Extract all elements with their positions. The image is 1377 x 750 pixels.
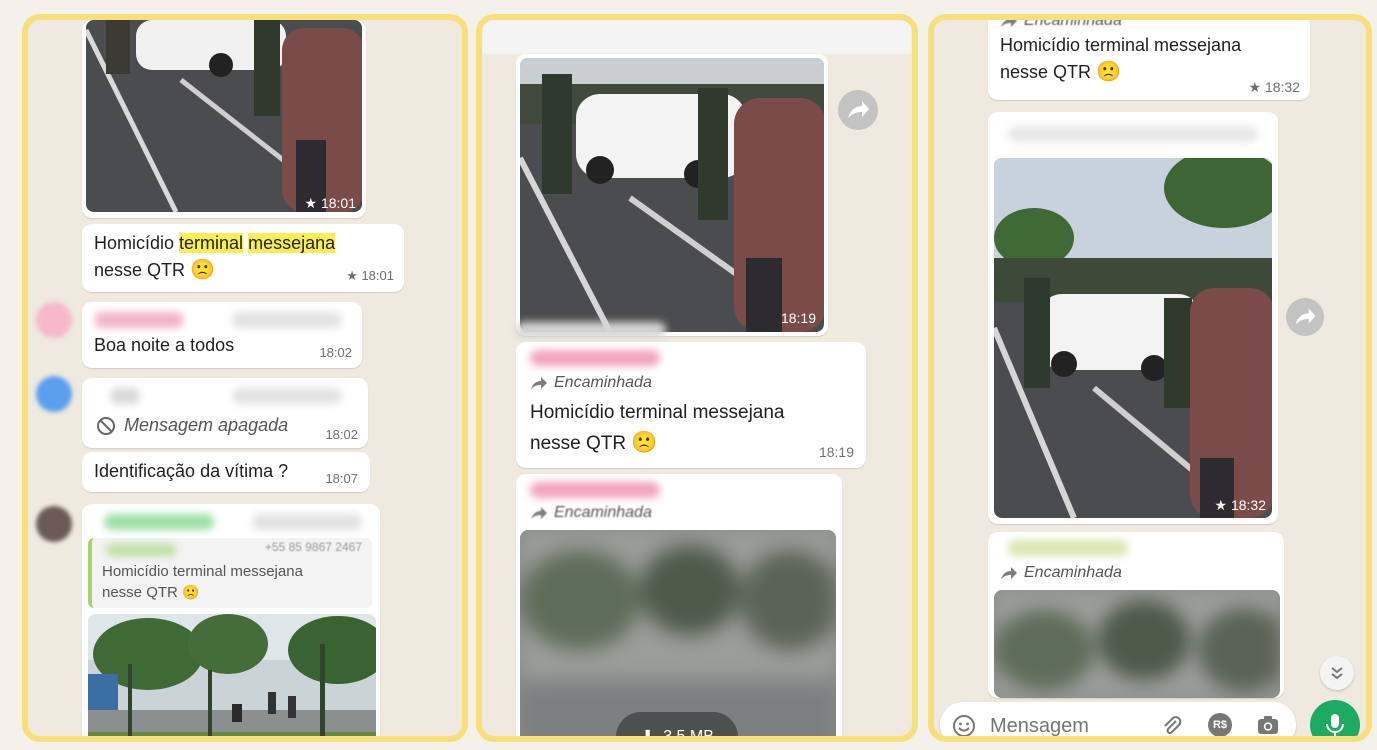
forwarded-label: Encaminhada <box>530 504 652 522</box>
camera-icon[interactable] <box>1256 714 1280 736</box>
text-line: nesse QTR <box>530 433 627 454</box>
message-time: ★ 18:01 <box>304 195 356 211</box>
message-composer[interactable]: R$ <box>940 702 1296 736</box>
photo-message-bubble[interactable]: ★ 18:32 <box>988 112 1278 524</box>
photo-message-bubble[interactable]: 18:19 <box>516 54 828 336</box>
sender-avatar[interactable] <box>36 302 72 338</box>
forward-arrow-icon <box>531 377 547 389</box>
message-time: 18:02 <box>325 427 358 442</box>
chat-panel-1: ★ 18:01 Homicídio terminal messejana nes… <box>22 14 468 742</box>
forwarded-text: Encaminhada <box>1024 564 1122 581</box>
sender-avatar[interactable] <box>36 506 72 542</box>
voice-record-button[interactable] <box>1310 700 1360 736</box>
chat-panel-2: 18:19 Encaminhada Homicídio terminal mes… <box>476 14 918 742</box>
message-bubble-boa-noite[interactable]: Boa noite a todos 18:02 <box>82 302 362 368</box>
message-input[interactable] <box>988 710 1142 736</box>
blurred-quoted-name <box>106 544 176 556</box>
scroll-down-button[interactable] <box>1320 656 1354 690</box>
forwarded-text: Encaminhada <box>554 504 652 521</box>
crime-scene-photo[interactable] <box>86 20 362 212</box>
message-text: Homicídio terminal messejana nesse QTR 🙁 <box>530 398 785 459</box>
text-line: nesse QTR <box>1000 62 1092 82</box>
message-bubble-deleted[interactable]: Mensagem apagada 18:02 <box>82 378 368 448</box>
text-line: Homicídio terminal messejana <box>530 402 785 423</box>
message-time: 18:19 <box>818 444 854 460</box>
chat-panel-3: Encaminhada Homicídio terminal messejana… <box>928 14 1372 742</box>
sender-avatar[interactable] <box>36 376 72 412</box>
message-bubble-forwarded-video[interactable]: Encaminhada ⬇ 3,5 MB <box>516 474 842 742</box>
sad-face-emoji: 🙁 <box>1096 61 1121 83</box>
blurred-sender-name <box>94 312 184 328</box>
message-text: Identificação da vítima ? <box>94 461 289 481</box>
search-highlight: messejana <box>248 233 336 253</box>
payment-label: R$ <box>1212 719 1228 731</box>
quoted-text-line: Homicídio terminal messejana <box>102 563 303 580</box>
deleted-message-text: Mensagem apagada <box>124 415 289 435</box>
forward-arrow-icon <box>1001 20 1017 27</box>
attach-paperclip-icon[interactable] <box>1160 714 1184 736</box>
blurred-sender-name <box>530 482 660 498</box>
share-arrow-icon <box>1295 308 1316 325</box>
message-bubble-forwarded[interactable]: Encaminhada Homicídio terminal messejana… <box>516 342 866 468</box>
message-time: ★ 18:32 <box>1248 79 1300 95</box>
blurred-sender-name <box>1008 540 1128 556</box>
message-time: 18:07 <box>325 471 358 486</box>
forwarded-label: Encaminhada <box>530 374 652 392</box>
double-chevron-down-icon <box>1331 667 1343 680</box>
forwarded-label: Encaminhada <box>1000 14 1122 30</box>
message-text: Homicídio terminal messejana nesse QTR 🙁 <box>1000 32 1241 86</box>
crime-scene-photo[interactable] <box>520 58 824 332</box>
blurred-sender-name <box>104 514 214 530</box>
blurred-sender-name <box>1008 126 1258 142</box>
deleted-icon <box>96 416 116 436</box>
search-highlight: terminal <box>179 233 244 253</box>
forwarded-text: Encaminhada <box>1024 14 1122 29</box>
message-time: 18:02 <box>319 345 352 360</box>
crime-scene-photo[interactable] <box>994 158 1272 518</box>
quoted-text: Homicídio terminal messejana nesse QTR 🙁 <box>102 562 303 603</box>
file-size: 3,5 MB <box>663 728 714 742</box>
sad-face-emoji: 🙁 <box>190 259 215 281</box>
blurred-video-thumbnail[interactable] <box>994 590 1280 698</box>
blurred-sender-number <box>252 514 362 530</box>
share-arrow-icon <box>848 101 869 118</box>
message-time: ★ 18:01 <box>346 268 394 283</box>
blurred-sender-number <box>232 388 342 404</box>
message-bubble-homicidio[interactable]: Homicídio terminal messejana nesse QTR 🙁… <box>82 224 404 292</box>
quoted-text-line: nesse QTR <box>102 584 178 601</box>
text-part: Homicídio <box>94 233 180 253</box>
street-photo[interactable] <box>88 614 376 736</box>
blurred-video-thumbnail[interactable]: ⬇ 3,5 MB <box>520 530 836 742</box>
forward-arrow-icon <box>531 507 547 519</box>
blurred-sender-number <box>232 312 342 328</box>
blurred-sender-name <box>110 388 140 404</box>
message-bubble-forwarded-video[interactable]: Encaminhada <box>988 532 1284 698</box>
download-icon: ⬇ <box>640 726 656 742</box>
text-line: Homicídio terminal messejana <box>1000 35 1242 55</box>
microphone-icon <box>1326 714 1344 736</box>
message-time: 18:19 <box>780 310 816 326</box>
quoted-sender-number: +55 85 9867 2467 <box>264 540 362 554</box>
message-bubble-reply[interactable]: +55 85 9867 2467 Homicídio terminal mess… <box>82 504 380 736</box>
forwarded-text: Encaminhada <box>554 374 652 391</box>
forwarded-label: Encaminhada <box>1000 564 1122 582</box>
emoji-icon[interactable] <box>952 714 976 736</box>
sad-face-emoji: 🙁 <box>631 431 658 454</box>
message-text: Boa noite a todos <box>94 335 235 355</box>
blurred-sender-number <box>516 322 666 338</box>
forward-share-button[interactable] <box>838 90 878 130</box>
blurred-sender-name <box>530 350 660 366</box>
header-blurred <box>482 20 912 54</box>
sad-face-emoji: 🙁 <box>182 584 200 600</box>
text-part: nesse QTR <box>94 260 186 280</box>
message-bubble-forwarded-top[interactable]: Encaminhada Homicídio terminal messejana… <box>988 14 1310 100</box>
forward-arrow-icon <box>1001 567 1017 579</box>
photo-message-bubble[interactable]: ★ 18:01 <box>82 20 366 218</box>
message-time: ★ 18:32 <box>1214 497 1266 513</box>
payment-icon[interactable]: R$ <box>1208 713 1232 736</box>
forward-share-button[interactable] <box>1286 298 1324 336</box>
download-pill[interactable]: ⬇ 3,5 MB <box>616 712 738 742</box>
message-bubble-identificacao[interactable]: Identificação da vítima ? 18:07 <box>82 452 370 492</box>
quoted-message[interactable]: +55 85 9867 2467 Homicídio terminal mess… <box>88 538 372 608</box>
